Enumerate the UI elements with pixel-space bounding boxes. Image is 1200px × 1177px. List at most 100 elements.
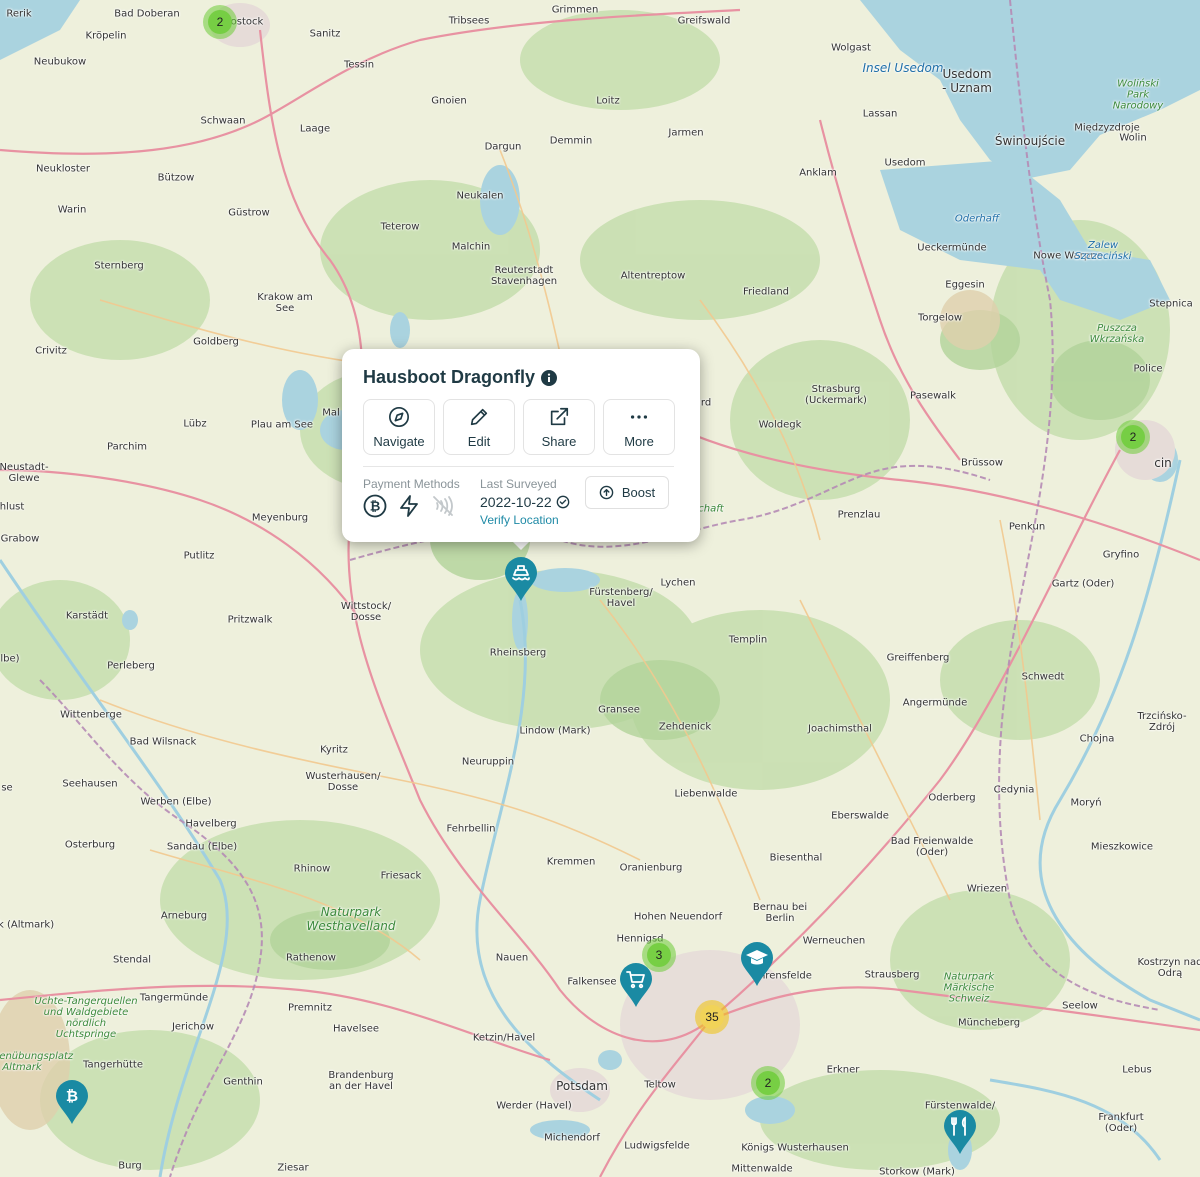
place-label: Gransee [598,704,640,716]
place-label: Strausberg [864,969,920,981]
restaurant-pin-marker[interactable] [942,1109,978,1155]
place-label: Krakow am See [257,292,313,314]
place-label: Plau am See [250,419,314,431]
place-label: Nauen [495,952,529,964]
cluster-marker[interactable]: 35 [695,1000,729,1034]
bitcoin-icon: ₿ [66,1087,78,1105]
place-label: Parchim [107,441,147,453]
place-label: Insel Usedom [862,61,944,75]
place-label: Anklam [799,167,837,179]
place-label: Ziesar [277,1162,309,1174]
place-label: Rhinow [293,863,331,875]
place-label: Friedland [742,286,790,298]
place-label: Tribsees [448,15,490,27]
place-label: Wolin [1119,132,1147,144]
place-label: Loitz [596,95,620,107]
place-label: Trzcińsko- Zdrój [1137,711,1187,733]
edit-button[interactable]: Edit [443,399,515,455]
place-label: Dargun [484,141,522,153]
verified-check-icon [556,495,569,509]
place-label: Ludwigsfelde [624,1140,690,1152]
info-icon[interactable] [541,369,558,386]
place-label: Schwaan [200,115,246,127]
place-label: Frankfurt (Oder) [1098,1112,1144,1134]
place-label: Wriezen [966,883,1008,895]
place-label: Moryń [1070,797,1102,809]
share-button[interactable]: Share [523,399,595,455]
place-label: Rerik [6,8,32,20]
boost-label: Boost [621,485,656,500]
place-label: Goldberg [193,336,239,348]
place-label: Usedom - Uznam [942,67,992,95]
contactless-icon [433,496,453,516]
place-label: Bad Freienwalde (Oder) [890,836,974,858]
place-label: Kyritz [320,744,348,756]
place-label: lbe) [0,653,20,665]
place-label: Penkun [1008,521,1046,533]
shop-pin-marker[interactable] [618,962,654,1008]
place-label: Oderberg [928,792,976,804]
place-label: Greifswald [677,15,731,27]
cluster-marker[interactable]: 2 [1116,420,1150,454]
place-label: Biesenthal [769,852,823,864]
navigate-label: Navigate [373,433,425,449]
place-label: Zalew Szczeciński [1074,240,1132,262]
place-label: Teterow [380,221,420,233]
ellipsis-icon [630,414,648,419]
place-label: Woldegk [758,419,802,431]
education-pin-marker[interactable] [739,941,775,987]
last-surveyed-date: 2022-10-22 [480,494,552,510]
place-label: Greiffenberg [886,652,950,664]
place-label: Mittenwalde [731,1163,793,1175]
place-label: Torgelow [917,312,963,324]
place-label: Friesack [380,870,422,882]
place-label: Warin [57,204,87,216]
place-label: Werder (Havel) [496,1100,572,1112]
map-canvas[interactable]: Rerik Bad Doberan Kröpelin ostock Sanitz… [0,0,1200,1177]
arrow-up-circle-icon [599,485,614,500]
place-label: Neubukow [33,56,87,68]
place-label: Neukloster [35,163,91,175]
place-label: Güstrow [228,207,270,219]
place-label: Chojna [1079,733,1115,745]
lightning-icon [400,495,418,517]
place-label: Teltow [644,1079,676,1091]
place-label: Tangermünde [139,992,209,1004]
place-label: Stendal [112,954,152,966]
more-button[interactable]: More [603,399,675,455]
place-label: Bad Doberan [114,8,180,20]
svg-text:₿: ₿ [370,500,381,515]
ferry-pin-marker[interactable] [503,556,539,602]
cluster-marker[interactable]: 2 [751,1066,785,1100]
place-label: Seelow [1062,1000,1098,1012]
place-label: Puszcza Wkrzańska [1089,323,1145,345]
place-label: Prenzlau [837,509,881,521]
place-label: Joachimsthal [808,723,872,735]
place-label: Meyenburg [251,512,309,524]
place-label: Grabow [0,533,40,545]
place-label: Neustadt- Glewe [0,462,49,484]
place-label: Gnoien [431,95,467,107]
place-label: Cedynia [993,784,1035,796]
verify-location-link[interactable]: Verify Location [480,513,559,527]
place-label: Eggesin [945,279,985,291]
place-label: Storkow (Mark) [879,1166,955,1177]
place-label: Havelsee [332,1023,380,1035]
edit-label: Edit [467,433,491,449]
place-label: Tessin [343,59,375,71]
popup-title-row: Hausboot Dragonfly [363,367,558,388]
cluster-count: 2 [208,10,232,34]
more-label: More [624,433,654,449]
place-label: Reuterstadt Stavenhagen [490,265,558,287]
place-label: Malchin [451,241,491,253]
bitcoin-pin-marker[interactable]: ₿ [54,1079,90,1125]
place-label: Tangerhütte [82,1059,144,1071]
payment-methods: ₿ [363,494,455,518]
place-label: Werneuchen [802,935,866,947]
cluster-marker[interactable]: 2 [203,5,237,39]
place-label: Müncheberg [957,1017,1021,1029]
navigate-button[interactable]: Navigate [363,399,435,455]
place-label: chaft [698,503,724,515]
boost-button[interactable]: Boost [585,476,669,509]
place-label: Wittstock/Dosse [340,601,392,623]
